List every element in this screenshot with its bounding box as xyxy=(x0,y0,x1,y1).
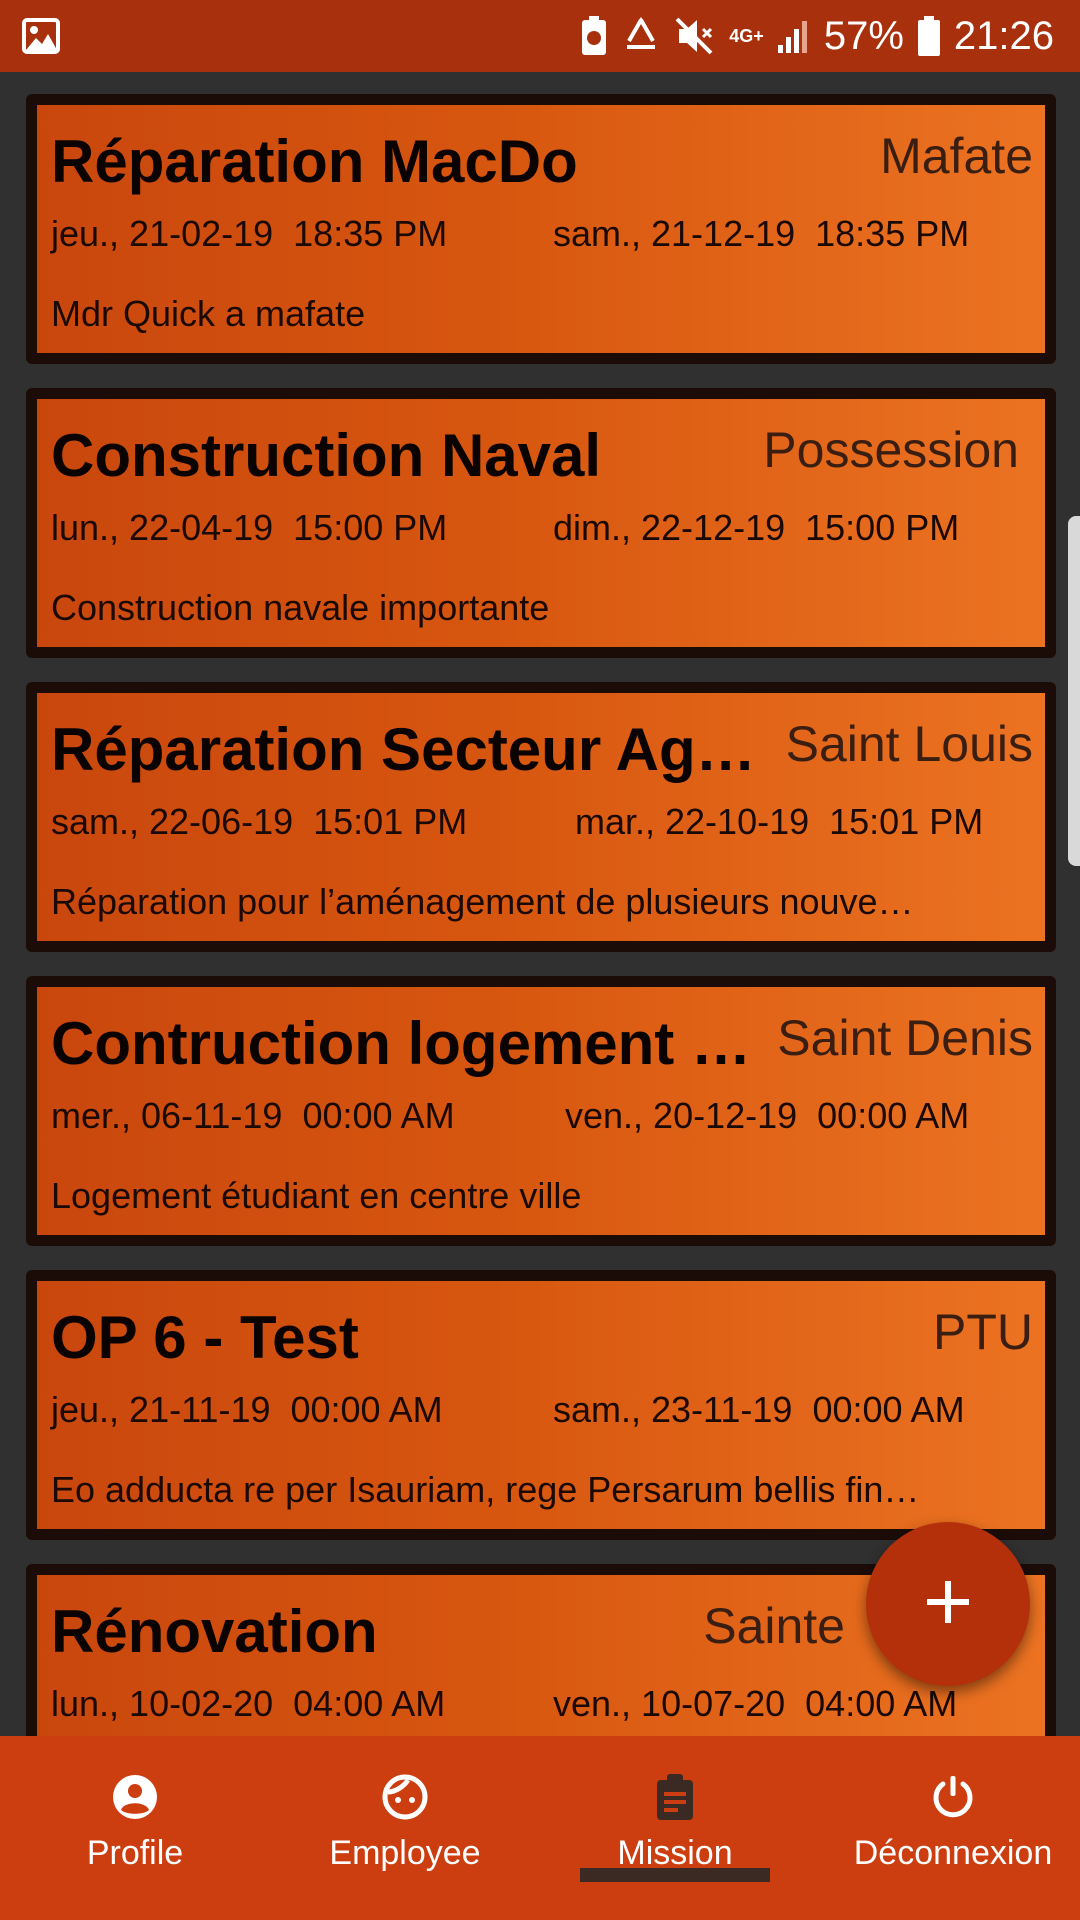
mission-location: Possession xyxy=(763,422,1019,478)
mission-description: Mdr Quick a mafate xyxy=(51,293,366,334)
nav-label: Employee xyxy=(329,1834,481,1872)
face-icon xyxy=(382,1774,428,1820)
mute-icon xyxy=(675,17,715,55)
mission-title: Contruction logement … xyxy=(51,1010,751,1077)
mission-start-date: jeu., 21-11-19 00:00 AM xyxy=(51,1389,443,1430)
mission-title: Rénovation xyxy=(51,1598,378,1665)
mission-description: Construction navale importante xyxy=(51,587,550,628)
mission-start-date: lun., 22-04-19 15:00 PM xyxy=(51,507,448,548)
mission-start-date: mer., 06-11-19 00:00 AM xyxy=(51,1095,455,1136)
mission-location: Saint Louis xyxy=(785,716,1033,772)
mission-start-date: lun., 10-02-20 04:00 AM xyxy=(51,1683,446,1724)
image-icon xyxy=(22,18,60,54)
mission-card[interactable]: Contruction logement … Saint Denis mer.,… xyxy=(26,976,1056,1246)
mission-start-date: sam., 22-06-19 15:01 PM xyxy=(51,801,468,842)
mission-list[interactable]: Réparation MacDo Mafate jeu., 21-02-19 1… xyxy=(0,72,1080,1736)
battery-percent: 57% xyxy=(823,13,904,58)
mission-start-date: jeu., 21-02-19 18:35 PM xyxy=(51,213,448,254)
mission-card[interactable]: Construction Naval Possession lun., 22-0… xyxy=(26,388,1056,658)
bottom-navigation: Profile Employee Mission Déconnexion xyxy=(0,1736,1080,1920)
signal-icon xyxy=(777,19,810,53)
mission-card-body: Contruction logement … Saint Denis mer.,… xyxy=(37,987,1045,1235)
mission-card-body: Réparation Secteur Ag… Saint Louis sam.,… xyxy=(37,693,1045,941)
plus-icon xyxy=(923,1577,973,1632)
mission-description: Logement étudiant en centre ville xyxy=(51,1175,582,1216)
battery-saver-icon xyxy=(581,16,607,56)
nav-label: Déconnexion xyxy=(853,1834,1053,1872)
mission-card[interactable]: Réparation MacDo Mafate jeu., 21-02-19 1… xyxy=(26,94,1056,364)
network-type-icon: 4G+ xyxy=(729,26,764,46)
mission-description: Réparation pour l’aménagement de plusieu… xyxy=(51,881,914,922)
mission-title: Réparation Secteur Ag… xyxy=(51,716,756,783)
mission-end-date: ven., 20-12-19 00:00 AM xyxy=(565,1095,970,1136)
mission-location: Sainte xyxy=(703,1598,845,1654)
mission-end-date: dim., 22-12-19 15:00 PM xyxy=(553,507,960,548)
scrollbar[interactable] xyxy=(1068,516,1080,866)
active-tab-indicator xyxy=(580,1868,770,1882)
status-bar: 4G+ 57% 21:26 xyxy=(0,0,1080,72)
mission-card[interactable]: OP 6 - Test PTU jeu., 21-11-19 00:00 AM … xyxy=(26,1270,1056,1540)
battery-icon xyxy=(917,16,940,56)
account-circle-icon xyxy=(112,1774,158,1820)
mission-end-date: sam., 21-12-19 18:35 PM xyxy=(553,213,970,254)
mission-title: Réparation MacDo xyxy=(51,128,578,195)
nav-item-mission[interactable]: Mission xyxy=(580,1736,770,1920)
mission-location: PTU xyxy=(933,1304,1033,1360)
mission-card[interactable]: Réparation Secteur Ag… Saint Louis sam.,… xyxy=(26,682,1056,952)
mission-card-body: Construction Naval Possession lun., 22-0… xyxy=(37,399,1045,647)
clock: 21:26 xyxy=(953,13,1054,58)
nav-item-deconnexion[interactable]: Déconnexion xyxy=(846,1736,1060,1920)
mission-card-body: OP 6 - Test PTU jeu., 21-11-19 00:00 AM … xyxy=(37,1281,1045,1529)
mission-title: OP 6 - Test xyxy=(51,1304,359,1371)
mission-card-body: Réparation MacDo Mafate jeu., 21-02-19 1… xyxy=(37,105,1045,353)
mission-title: Construction Naval xyxy=(51,422,602,489)
recycle-icon xyxy=(621,17,661,55)
nav-item-employee[interactable]: Employee xyxy=(300,1736,510,1920)
mission-location: Mafate xyxy=(880,128,1033,184)
mission-end-date: mar., 22-10-19 15:01 PM xyxy=(575,801,984,842)
clipboard-icon xyxy=(652,1774,698,1820)
add-mission-button[interactable] xyxy=(866,1522,1030,1686)
mission-location: Saint Denis xyxy=(777,1010,1033,1066)
nav-item-profile[interactable]: Profile xyxy=(42,1736,228,1920)
nav-label: Profile xyxy=(86,1834,184,1872)
power-icon xyxy=(930,1774,976,1820)
mission-end-date: ven., 10-07-20 04:00 AM xyxy=(553,1683,958,1724)
status-indicators: 4G+ 57% 21:26 xyxy=(581,0,1054,72)
mission-end-date: sam., 23-11-19 00:00 AM xyxy=(553,1389,965,1430)
mission-description: Eo adducta re per Isauriam, rege Persaru… xyxy=(51,1469,920,1510)
